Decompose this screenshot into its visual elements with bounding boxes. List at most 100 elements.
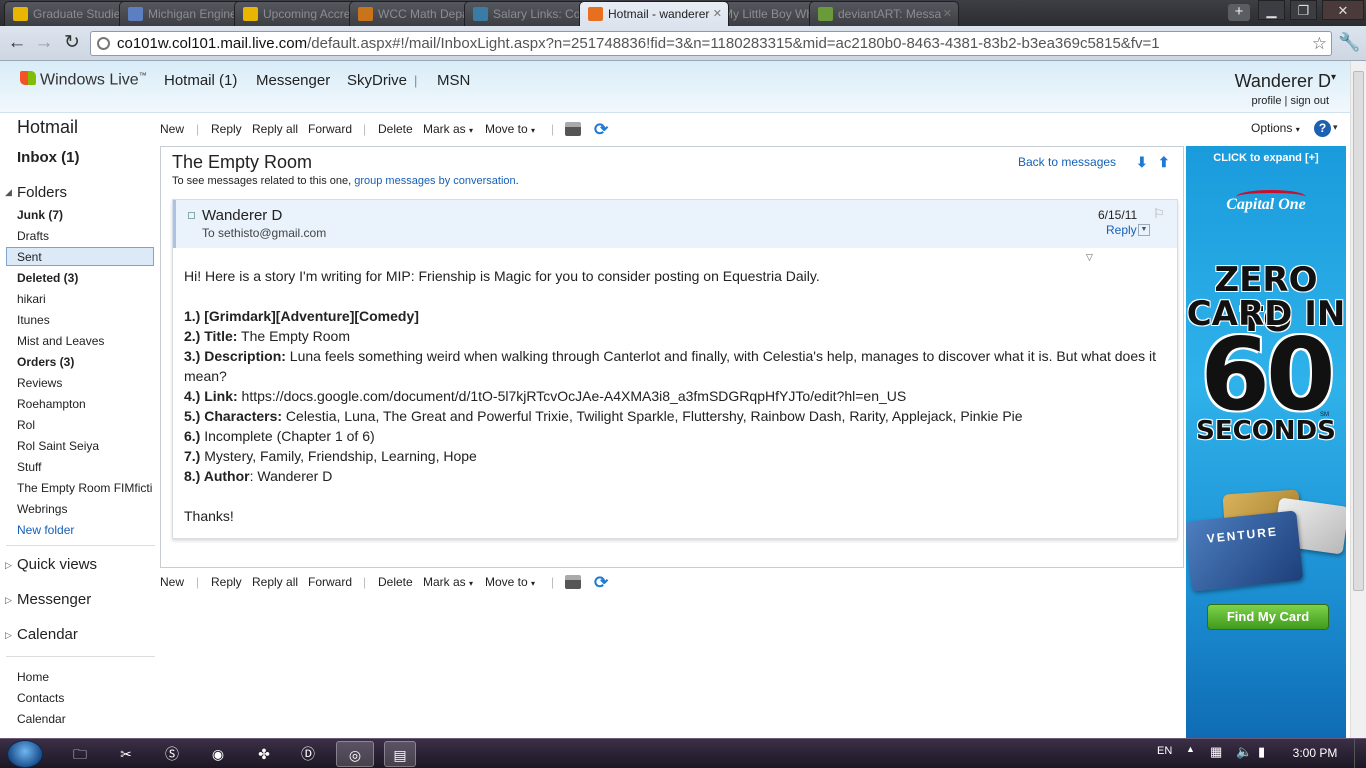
network-icon[interactable]: ▦ [1210,744,1222,760]
mark-as-menu[interactable]: Mark as ▾ [423,122,473,136]
home-link[interactable]: Home [17,670,49,684]
folders-collapse-icon[interactable]: ◢ [5,187,12,198]
windows-live-logo[interactable]: Windows Live™ [20,71,147,89]
taskbar-clock[interactable]: 3:00 PM [1290,746,1340,760]
refresh-icon[interactable]: ⟳ [594,573,608,593]
new-button[interactable]: New [160,122,184,136]
show-desktop-button[interactable] [1354,739,1366,768]
browser-tab[interactable]: deviantART: Messa ✕ [809,1,959,26]
reply-dropdown-icon[interactable]: ▼ [1138,224,1150,236]
delete-button[interactable]: Delete [378,122,413,136]
previous-message-arrow-icon[interactable]: ⬆ [1158,154,1170,171]
wrench-menu-icon[interactable]: 🔧 [1338,32,1360,53]
folder-item[interactable]: Orders (3) [17,355,74,369]
nav-skydrive[interactable]: SkyDrive [347,72,407,89]
daemon-tools-taskbar-icon[interactable]: Ⓓ [294,741,322,767]
ad-expand-link[interactable]: CLICK to expand [+] [1186,152,1346,164]
next-message-arrow-icon[interactable]: ⬇ [1136,154,1148,171]
start-button[interactable] [7,740,43,768]
skype-taskbar-icon[interactable]: Ⓢ [158,741,186,767]
folder-item[interactable]: Reviews [17,376,62,390]
program-taskbar-icon[interactable]: ✂ [112,741,140,767]
maximize-button[interactable]: ❐ [1290,0,1317,20]
forward-button[interactable]: Forward [308,122,352,136]
contacts-link[interactable]: Contacts [17,691,64,705]
calendar-header[interactable]: Calendar [17,626,78,643]
browser-tab[interactable]: Hotmail - wanderer ✕ [579,1,729,26]
app-taskbar-icon[interactable]: ✤ [250,741,278,767]
close-window-button[interactable]: ✕ [1322,0,1364,20]
folder-item[interactable]: hikari [17,292,46,306]
options-menu[interactable]: Options ▾ [1251,121,1300,135]
bookmark-star-icon[interactable]: ☆ [1312,32,1327,55]
move-to-menu[interactable]: Move to ▾ [485,575,535,589]
nav-messenger[interactable]: Messenger [256,72,330,89]
help-icon[interactable]: ? [1314,120,1331,137]
signal-icon[interactable]: ▮ [1258,744,1265,760]
folder-item[interactable]: Rol Saint Seiya [17,439,99,453]
refresh-icon[interactable]: ⟳ [594,120,608,140]
game-taskbar-icon[interactable]: ◉ [204,741,232,767]
inbox-folder[interactable]: Inbox (1) [17,149,80,166]
folder-item[interactable]: Roehampton [17,397,86,411]
back-button[interactable]: ← [4,32,30,54]
volume-icon[interactable]: 🔈 [1236,744,1252,760]
folder-item[interactable]: Rol [17,418,35,432]
delete-button[interactable]: Delete [378,575,413,589]
calendar-link[interactable]: Calendar [17,712,66,726]
reply-link[interactable]: Reply [1106,223,1137,237]
forward-button[interactable]: Forward [308,575,352,589]
new-tab-button[interactable]: + [1228,4,1250,21]
folder-item[interactable]: Itunes [17,313,50,327]
hotmail-title[interactable]: Hotmail [17,117,78,138]
print-icon[interactable] [565,122,581,136]
folder-item[interactable]: Junk (7) [17,208,63,222]
account-name[interactable]: Wanderer D▾ [1235,71,1336,92]
folders-header[interactable]: Folders [17,184,67,201]
advertisement-pane[interactable]: CLICK to expand [+] Capital One ZERO TO … [1186,146,1346,738]
quick-views-expand-icon[interactable]: ▷ [5,560,12,571]
reload-button[interactable]: ↻ [59,32,85,54]
find-my-card-button[interactable]: Find My Card [1207,604,1329,630]
folder-item[interactable]: Deleted (3) [17,271,78,285]
new-button[interactable]: New [160,575,184,589]
nav-hotmail[interactable]: Hotmail (1) [164,72,237,89]
folder-item[interactable]: Mist and Leaves [17,334,104,348]
body-collapse-caret-icon[interactable]: ▽ [1086,252,1093,263]
messenger-expand-icon[interactable]: ▷ [5,595,12,606]
story-link[interactable]: https://docs.google.com/document/d/1tO-5… [238,388,907,404]
chrome-taskbar-icon[interactable]: ◎ [336,741,374,767]
nav-msn[interactable]: MSN [437,72,470,89]
folder-item[interactable]: The Empty Room FIMficti [17,481,152,495]
language-indicator[interactable]: EN [1157,745,1172,757]
tray-expand-icon[interactable]: ▲ [1186,744,1195,754]
mark-as-menu[interactable]: Mark as ▾ [423,575,473,589]
minimize-button[interactable]: ▁ [1258,0,1285,20]
new-folder-link[interactable]: New folder [17,523,74,537]
page-scrollbar[interactable] [1350,61,1366,738]
reply-button[interactable]: Reply [211,122,242,136]
print-icon[interactable] [565,575,581,589]
page-info-icon[interactable] [97,37,110,50]
sender-name[interactable]: Wanderer D [202,207,282,224]
forward-button[interactable]: → [31,32,57,54]
address-bar[interactable]: co101w.col101.mail.live.com/default.aspx… [90,31,1332,56]
help-caret[interactable]: ▾ [1333,122,1338,133]
folder-item[interactable]: Sent [17,250,42,264]
folder-item[interactable]: Drafts [17,229,49,243]
explorer-taskbar-icon[interactable]: 🗀 [66,741,94,767]
scrollbar-thumb[interactable] [1353,71,1364,591]
close-tab-icon[interactable]: ✕ [713,2,722,26]
move-to-menu[interactable]: Move to ▾ [485,122,535,136]
reply-button[interactable]: Reply [211,575,242,589]
profile-link[interactable]: profile [1252,95,1282,107]
flag-icon[interactable]: ⚐ [1153,206,1165,222]
close-tab-icon[interactable]: ✕ [943,2,952,26]
calendar-expand-icon[interactable]: ▷ [5,630,12,641]
quick-views-header[interactable]: Quick views [17,556,97,573]
folder-item[interactable]: Webrings [17,502,67,516]
messenger-header[interactable]: Messenger [17,591,91,608]
back-to-messages-link[interactable]: Back to messages [1018,155,1116,169]
select-message-icon[interactable] [188,212,195,219]
folder-item[interactable]: Stuff [17,460,41,474]
